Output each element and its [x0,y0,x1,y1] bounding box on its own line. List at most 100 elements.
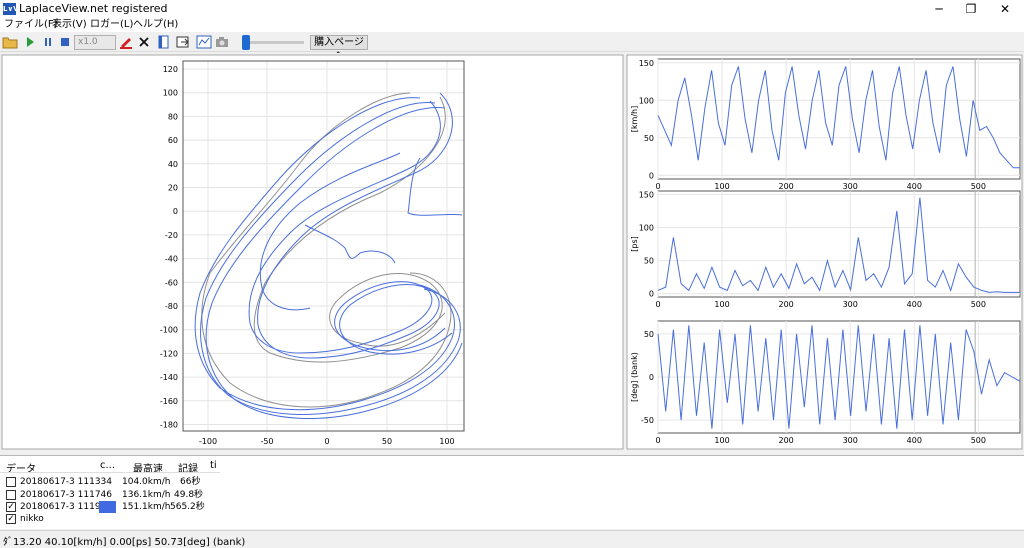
y-tick-label: 0 [649,171,654,180]
row-record: 49.8秒 [174,490,204,500]
x-tick-label: 300 [843,300,858,309]
list-item[interactable]: 20180617-3 111334 104.0km/h 66秒 [0,476,220,488]
speed-chart: 1501005000 100 200 300 400 500[km/h] [630,58,1021,191]
export-icon[interactable] [156,34,172,50]
header-color[interactable]: c... [100,460,115,471]
app-logo-icon: L∨V [3,3,19,15]
y-axis-label: [ps] [630,236,639,252]
row-checkbox[interactable] [6,477,16,487]
playback-slider-track[interactable] [244,41,304,44]
y-tick-label: -160 [160,397,178,406]
plot-area: 120 100 80 60 40 20 0 -20 -40 -60 -80 -100 -120 -140-… [0,53,1024,451]
row-top-speed: 151.1km/h [122,502,171,512]
row-checkbox[interactable]: ✓ [6,502,16,512]
x-tick-label: 0 [324,437,329,446]
y-tick-label: 0 [649,373,654,382]
y-tick-label: -80 [165,302,178,311]
x-tick-label: 100 [714,300,729,309]
marker-icon[interactable] [118,34,134,50]
y-axis-label: [deg] (bank) [630,352,639,402]
row-checkbox[interactable]: ✓ [6,514,16,524]
y-tick-label: -140 [160,373,178,382]
camera-icon[interactable] [214,34,230,50]
x-tick-label: 400 [907,436,922,445]
menu-file[interactable]: ファイル(F) [4,18,58,32]
list-item[interactable]: 20180617-3 111746 136.1km/h 49.8秒 [0,489,220,501]
y-tick-label: 120 [163,65,178,74]
y-tick-label: -100 [160,326,178,335]
x-tick-label: 200 [779,436,794,445]
open-folder-icon[interactable] [2,34,18,50]
y-tick-label: 0 [173,207,178,216]
window-title: LaplaceView.net registered [19,2,168,15]
x-tick-label: 300 [843,182,858,191]
y-tick-label: 50 [644,330,654,339]
menu-logger[interactable]: ロガー(L) [90,18,133,32]
bank-angle-chart: 500-500 100 200 300 400 500[deg] (bank) [630,320,1021,445]
x-tick-label: 200 [779,300,794,309]
row-name: 20180617-3 111746 [20,490,112,500]
y-tick-label: 0 [649,290,654,299]
y-tick-label: -180 [160,421,178,430]
y-tick-label: 80 [168,112,178,121]
x-tick-label: 0 [655,300,660,309]
y-tick-label: -20 [165,231,178,240]
maximize-button[interactable]: ❐ [954,0,988,18]
row-top-speed: 104.0km/h [122,477,171,487]
y-tick-label: 100 [639,223,654,232]
y-tick-label: 150 [639,59,654,68]
y-tick-label: 150 [639,190,654,199]
x-tick-label: -100 [199,437,217,446]
menu-help[interactable]: ヘルプ(H) [133,18,178,32]
title-bar: L∨V LaplaceView.net registered ─ ❐ ✕ [0,0,1024,18]
y-tick-label: -60 [165,278,178,287]
x-tick-label: 0 [655,436,660,445]
x-tick-label: 100 [714,436,729,445]
list-item[interactable]: ✓ 20180617-3 111908 151.1km/h 565.2秒 [0,501,220,513]
pause-icon[interactable] [40,34,56,50]
x-tick-label: 400 [907,182,922,191]
x-tick-label: 500 [971,300,986,309]
header-ti[interactable]: ti [210,460,217,471]
x-tick-label: 50 [382,437,392,446]
row-record: 565.2秒 [170,502,205,512]
import-icon[interactable] [175,34,191,50]
row-name: 20180617-3 111334 [20,477,112,487]
minimize-button[interactable]: ─ [922,0,956,18]
delete-icon[interactable] [136,34,152,50]
graph-icon[interactable] [196,34,212,50]
buy-page-button[interactable]: 購入ページへ [310,35,368,61]
color-swatch[interactable] [99,501,116,513]
play-icon[interactable] [22,34,38,50]
row-name: nikko [20,514,44,524]
y-tick-label: 50 [644,134,654,143]
x-tick-label: 500 [971,436,986,445]
y-tick-label: 100 [163,89,178,98]
x-tick-label: 300 [843,436,858,445]
toolbar: x1.0 [0,33,1024,52]
charts-canvas: 120100806040200-20-40-60-80-100-120-140-… [1,54,1023,450]
x-tick-label: 100 [439,437,454,446]
close-button[interactable]: ✕ [988,0,1022,18]
data-list-panel: データ c... 最高速 記録 ti 20180617-3 111334 104… [0,455,1024,529]
chart-frame [657,190,1021,298]
playback-slider-thumb[interactable] [241,35,250,50]
row-top-speed: 136.1km/h [122,490,171,500]
y-tick-label: 40 [168,160,178,169]
list-item[interactable]: ✓ nikko [0,513,220,525]
y-axis-label: [km/h] [630,106,639,132]
x-tick-label: -50 [260,437,273,446]
y-tick-label: 60 [168,136,178,145]
y-tick-label: 20 [168,184,178,193]
throttle-chart: 1501005000 100 200 300 400 500[ps] [630,190,1021,309]
y-tick-label: -50 [641,416,654,425]
row-record: 66秒 [180,477,201,487]
menu-view[interactable]: 表示(V) [52,18,87,32]
stop-icon[interactable] [57,34,73,50]
speed-select[interactable]: x1.0 [74,35,116,50]
x-tick-label: 200 [779,182,794,191]
track-pane [1,54,624,450]
row-checkbox[interactable] [6,490,16,500]
menu-bar: ファイル(F) 表示(V) ロガー(L) ヘルプ(H) [0,18,1024,32]
y-tick-label: -120 [160,349,178,358]
